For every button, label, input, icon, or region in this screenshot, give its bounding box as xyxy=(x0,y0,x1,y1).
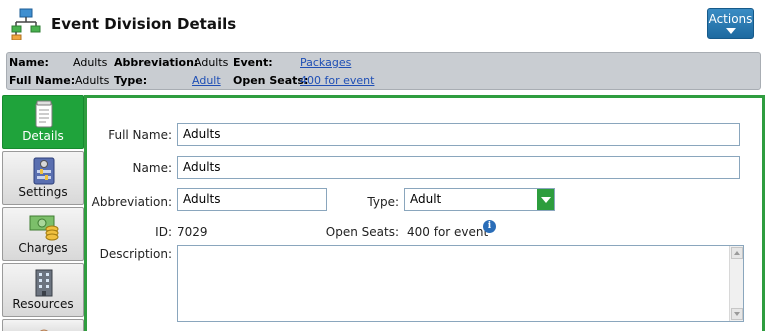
document-icon xyxy=(28,100,60,130)
nav-item-settings[interactable]: Settings xyxy=(2,151,84,205)
open-seats-link[interactable]: 400 for event xyxy=(300,74,374,87)
full-name-label: Full Name: xyxy=(108,128,172,142)
hierarchy-icon xyxy=(11,8,41,41)
scroll-up-icon[interactable] xyxy=(731,247,743,259)
name-field[interactable]: Adults xyxy=(177,156,740,179)
info-icon[interactable]: i xyxy=(483,220,496,233)
id-label: ID: xyxy=(155,225,172,239)
abbreviation-field[interactable]: Adults xyxy=(177,188,327,211)
open-seats-value: 400 for event xyxy=(407,225,489,239)
actions-label: Actions xyxy=(708,12,753,26)
details-panel: Full Name: Adults Name: Adults Abbreviat… xyxy=(84,95,765,331)
description-label: Description: xyxy=(99,247,172,261)
summary-name-value: Adults xyxy=(73,56,108,69)
chevron-down-icon[interactable] xyxy=(537,189,554,210)
summary-abbreviation-value: Adults xyxy=(194,56,229,69)
side-navigation: Details Settings Charges Resources xyxy=(2,95,84,331)
summary-full-name-value: Adults xyxy=(75,74,110,87)
nav-label-charges: Charges xyxy=(18,241,68,255)
building-icon xyxy=(28,268,60,298)
full-name-field[interactable]: Adults xyxy=(177,123,740,146)
summary-name-label: Name: xyxy=(9,56,49,69)
type-select-value: Adult xyxy=(410,192,442,206)
name-label: Name: xyxy=(132,161,172,175)
type-label: Type: xyxy=(367,195,399,209)
summary-open-seats-label: Open Seats: xyxy=(233,74,309,87)
scroll-down-icon[interactable] xyxy=(731,308,743,320)
details-form: Full Name: Adults Name: Adults Abbreviat… xyxy=(87,98,762,331)
summary-event-label: Event: xyxy=(233,56,273,69)
description-field[interactable] xyxy=(177,245,744,322)
nav-label-resources: Resources xyxy=(12,297,74,311)
summary-type-label: Type: xyxy=(114,74,148,87)
description-scrollbar[interactable] xyxy=(729,246,743,321)
nav-item-resources[interactable]: Resources xyxy=(2,263,84,317)
nav-item-charges[interactable]: Charges xyxy=(2,207,84,261)
id-value: 7029 xyxy=(177,225,208,239)
summary-panel: Name: Adults Abbreviation: Adults Event:… xyxy=(6,52,761,90)
type-link[interactable]: Adult xyxy=(192,74,221,87)
page-title: Event Division Details xyxy=(51,15,237,33)
summary-full-name-label: Full Name: xyxy=(9,74,76,87)
nav-item-details[interactable]: Details xyxy=(2,95,84,149)
money-icon xyxy=(28,212,60,242)
nav-item-more[interactable] xyxy=(2,319,84,331)
chevron-down-icon xyxy=(725,28,736,34)
nav-label-settings: Settings xyxy=(18,185,68,199)
type-select[interactable]: Adult xyxy=(404,188,555,211)
settings-icon xyxy=(28,156,60,186)
abbreviation-label: Abbreviation: xyxy=(91,195,172,209)
nav-label-details: Details xyxy=(22,129,64,143)
event-link[interactable]: Packages xyxy=(300,56,351,69)
partial-icon xyxy=(28,324,60,331)
actions-button[interactable]: Actions xyxy=(707,8,754,39)
summary-abbreviation-label: Abbreviation: xyxy=(114,56,199,69)
open-seats-label: Open Seats: xyxy=(325,225,399,239)
